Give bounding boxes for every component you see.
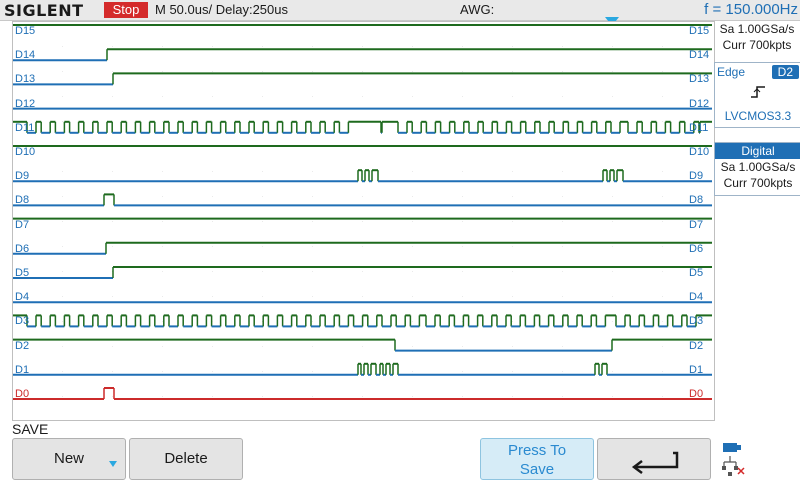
- trigger-type: Edge: [717, 65, 746, 79]
- channel-label-d8-left: D8: [15, 194, 30, 207]
- channel-label-d12-left: D12: [15, 97, 36, 110]
- channel-label-d11-right: D11: [689, 121, 709, 134]
- delete-label: Delete: [164, 450, 208, 467]
- channel-label-d5-left: D5: [15, 267, 30, 279]
- trigger-source: D2: [771, 65, 799, 79]
- channel-label-d7-left: D7: [15, 218, 30, 231]
- channel-label-d2-right: D2: [689, 339, 704, 352]
- channel-label-d9-left: D9: [15, 170, 30, 183]
- channel-label-d0-right: D0: [689, 388, 704, 400]
- channel-label-d1-left: D1: [15, 363, 30, 376]
- delete-button[interactable]: Delete: [129, 438, 243, 480]
- channel-label-d10-right: D10: [689, 146, 710, 158]
- new-button[interactable]: New: [12, 438, 126, 480]
- channel-label-d14-right: D14: [689, 49, 710, 62]
- channel-label-d13-right: D13: [689, 73, 710, 86]
- digital-title: Digital: [715, 143, 800, 159]
- acquire-panel[interactable]: Sa 1.00GSa/s Curr 700kpts: [714, 21, 800, 53]
- return-arrow-icon: [631, 451, 679, 474]
- channel-label-d7-right: D7: [689, 218, 704, 231]
- channel-label-d6-right: D6: [689, 242, 704, 255]
- memory-depth: Curr 700kpts: [722, 38, 792, 52]
- logic-level: LVCMOS3.3: [724, 109, 792, 123]
- channel-label-d5-right: D5: [689, 267, 704, 279]
- channel-label-d0-left: D0: [15, 388, 30, 400]
- channel-label-d6-left: D6: [15, 242, 30, 255]
- channel-label-d15-right: D15: [689, 25, 710, 37]
- channel-label-d14-left: D14: [15, 49, 36, 62]
- back-button[interactable]: [597, 438, 711, 480]
- channel-label-d15-left: D15: [15, 25, 36, 37]
- menu-title: SAVE: [12, 421, 49, 437]
- press-to-save-label-1: Press To: [507, 442, 567, 459]
- channel-label-d10-left: D10: [15, 146, 36, 158]
- channel-label-d4-right: D4: [689, 291, 704, 304]
- channel-label-d1-right: D1: [689, 363, 704, 376]
- channel-label-d4-left: D4: [15, 291, 30, 304]
- channel-label-d3-left: D3: [15, 315, 30, 328]
- network-status-icon: [722, 443, 745, 476]
- channel-label-d8-right: D8: [689, 194, 704, 207]
- trigger-panel[interactable]: Edge D2 LVCMOS3.3: [714, 62, 800, 128]
- channel-label-d12-right: D12: [689, 97, 710, 110]
- digital-sample-rate: Sa 1.00GSa/s: [720, 160, 796, 174]
- digital-panel[interactable]: Digital Sa 1.00GSa/s Curr 700kpts: [714, 142, 800, 196]
- sample-rate: Sa 1.00GSa/s: [719, 22, 795, 36]
- press-to-save-label-2: Save: [519, 461, 555, 478]
- press-to-save-button[interactable]: Press To Save: [480, 438, 594, 480]
- digital-memory: Curr 700kpts: [723, 176, 793, 190]
- channel-label-d11-left: D11: [15, 121, 35, 134]
- channel-label-d9-right: D9: [689, 170, 704, 183]
- new-label: New: [53, 450, 84, 467]
- digital-waveforms: [13, 22, 712, 418]
- chevron-down-icon: [109, 461, 117, 467]
- rising-edge-icon: [751, 86, 765, 98]
- channel-label-d2-left: D2: [15, 339, 30, 352]
- channel-label-d13-left: D13: [15, 73, 36, 86]
- network-status[interactable]: [714, 438, 800, 480]
- channel-label-d3-right: D3: [689, 315, 704, 328]
